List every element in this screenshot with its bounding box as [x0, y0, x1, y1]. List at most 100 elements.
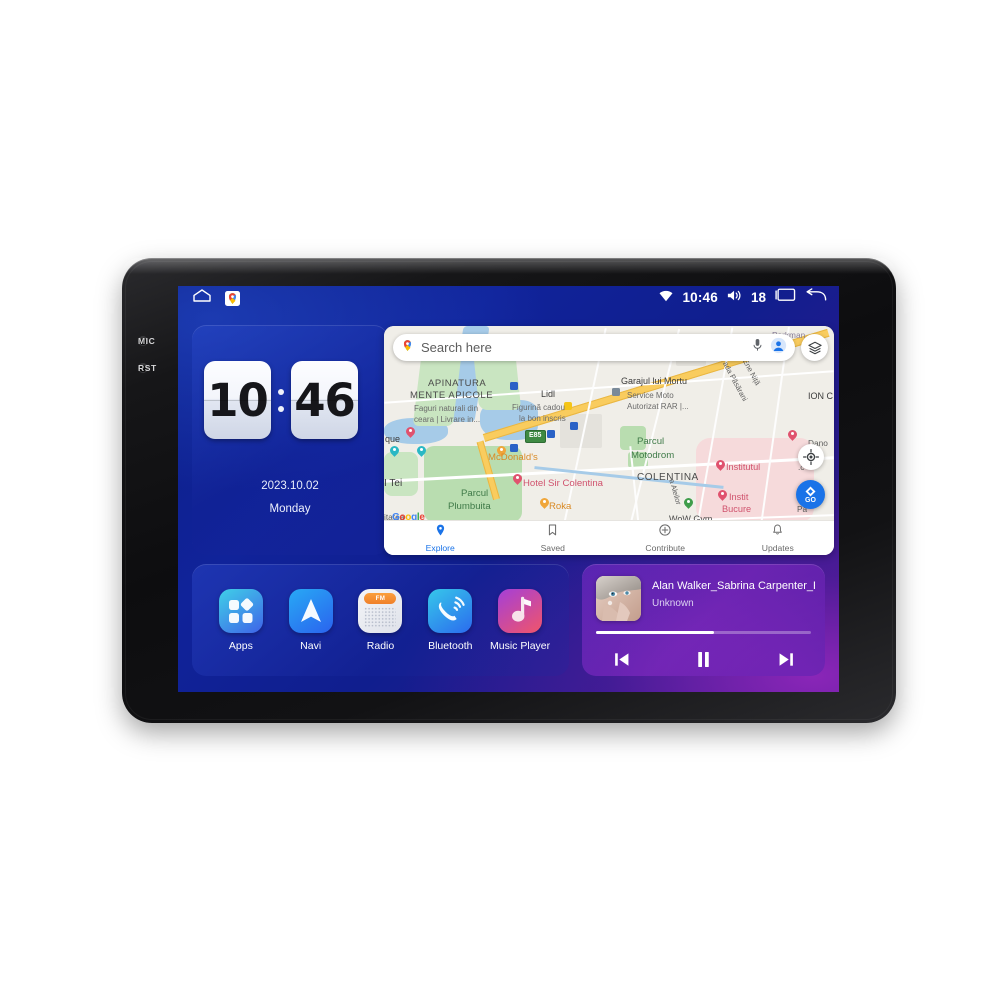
- map-pin[interactable]: [538, 496, 551, 510]
- skip-previous-icon: [614, 652, 628, 666]
- radio-icon[interactable]: FM: [358, 588, 403, 633]
- status-bar-clock: 10:46: [682, 290, 718, 305]
- map-pin[interactable]: [388, 444, 401, 458]
- map-label: Service Moto: [627, 391, 674, 400]
- clock-minutes-value: 46: [294, 373, 356, 427]
- music-player-widget[interactable]: Alan Walker_Sabrina Carpenter_F... Unkno…: [582, 564, 825, 676]
- map-label: Parcul: [637, 436, 665, 447]
- map-park: [384, 452, 418, 496]
- map-nav-label: Saved: [540, 543, 565, 553]
- map-go-button[interactable]: GO: [796, 480, 825, 509]
- location-pin-icon: [435, 523, 446, 541]
- map-transit-icon: [510, 444, 518, 452]
- clock-hours-value: 10: [207, 373, 269, 427]
- map-pin[interactable]: [511, 472, 524, 486]
- clock-hours: 10: [204, 361, 271, 439]
- pause-icon: [698, 651, 709, 667]
- wifi-icon: [659, 289, 673, 307]
- map-search-bar[interactable]: Search here: [393, 334, 795, 361]
- map-label: Roka: [549, 501, 572, 512]
- app-label: Radio: [366, 639, 395, 652]
- map-pin[interactable]: [404, 425, 417, 439]
- map-label: Plumbuita: [448, 501, 491, 512]
- map-nav-label: Explore: [425, 543, 455, 553]
- bookmark-icon: [547, 523, 558, 541]
- recents-icon[interactable]: [775, 288, 796, 307]
- radio-fm-badge: FM: [364, 592, 397, 604]
- clock-widget[interactable]: 10 46 2023.10.02 Monday: [192, 325, 388, 555]
- map-nav-saved[interactable]: Saved: [497, 521, 610, 555]
- skip-next-icon: [779, 652, 793, 666]
- map-pin[interactable]: [714, 458, 727, 472]
- track-title: Alan Walker_Sabrina Carpenter_F...: [652, 580, 815, 592]
- map-nav-explore[interactable]: Explore: [384, 521, 497, 555]
- google-maps-pin-icon: [401, 339, 414, 357]
- map-transit-icon: [510, 382, 518, 390]
- reset-port-label: RST: [138, 363, 157, 373]
- map-label: Autorizat RAR |...: [627, 402, 689, 411]
- map-label: McDonald's: [488, 452, 538, 463]
- volume-level: 18: [750, 290, 766, 305]
- map-label: ceara | Livrare in...: [414, 415, 481, 424]
- plus-circle-icon: [659, 523, 671, 541]
- map-label: ION C: [808, 391, 834, 401]
- volume-icon[interactable]: [727, 289, 742, 307]
- app-dock: Apps Navi FM Radio Bluetooth Music Playe…: [192, 564, 569, 676]
- album-art: [596, 576, 641, 621]
- app-label: Apps: [228, 639, 253, 652]
- flip-clock: 10 46: [204, 361, 358, 439]
- map-service-icon: [612, 388, 620, 396]
- back-icon[interactable]: [805, 288, 827, 307]
- app-radio[interactable]: FM Radio: [349, 588, 411, 652]
- app-music-player[interactable]: Music Player: [489, 588, 551, 652]
- map-route-shield-label: E85: [529, 431, 542, 439]
- map-pin[interactable]: [716, 488, 729, 502]
- map-layers-button[interactable]: [801, 334, 828, 361]
- map-transit-icon: [547, 430, 555, 438]
- previous-button[interactable]: [606, 647, 636, 671]
- map-label: Figurină cadou: [512, 403, 565, 412]
- map-label: I Tei: [384, 478, 403, 489]
- map-my-location-button[interactable]: [798, 444, 824, 470]
- track-artist: Unknown: [652, 598, 694, 609]
- apps-grid-icon[interactable]: [218, 588, 263, 633]
- microphone-icon[interactable]: [752, 338, 763, 357]
- map-label: Parcul: [461, 488, 489, 499]
- map-pin[interactable]: [415, 444, 428, 458]
- map-label: que: [385, 434, 401, 444]
- pause-button[interactable]: [689, 647, 719, 671]
- home-icon[interactable]: [192, 289, 212, 307]
- playback-progress-bar[interactable]: [596, 631, 811, 634]
- map-nav-updates[interactable]: Updates: [722, 521, 835, 555]
- bezel-highlight: [122, 258, 896, 274]
- google-maps-icon[interactable]: [225, 290, 240, 306]
- map-nav-contribute[interactable]: Contribute: [609, 521, 722, 555]
- status-bar: 10:46 18: [178, 286, 839, 312]
- clock-minutes: 46: [291, 361, 358, 439]
- bluetooth-call-icon[interactable]: [428, 588, 473, 633]
- clock-weekday: Monday: [269, 503, 311, 515]
- app-navi[interactable]: Navi: [280, 588, 342, 652]
- map-label: Motodrom: [631, 450, 675, 461]
- map-label: Bucure: [722, 504, 752, 514]
- clock-date: 2023.10.02: [261, 480, 319, 492]
- google-maps-widget[interactable]: E85 APINATURA MENTE APICOLE Faguri natur…: [384, 326, 834, 555]
- map-pin[interactable]: [786, 428, 799, 442]
- map-label: Institutul: [726, 462, 761, 472]
- clock-colon-icon: [276, 388, 286, 412]
- map-search-input[interactable]: Search here: [421, 340, 745, 355]
- map-label: Lidl: [541, 389, 556, 399]
- music-note-icon[interactable]: [498, 588, 543, 633]
- map-pin[interactable]: [682, 496, 695, 510]
- map-label: Hotel Sir Colentina: [523, 478, 603, 489]
- next-button[interactable]: [771, 647, 801, 671]
- map-label: MENTE APICOLE: [410, 390, 494, 401]
- map-store-icon: [564, 402, 572, 410]
- app-apps[interactable]: Apps: [210, 588, 272, 652]
- navigation-arrow-icon[interactable]: [288, 588, 333, 633]
- reset-port[interactable]: RST: [138, 363, 156, 373]
- status-bar-left: [192, 289, 240, 307]
- app-bluetooth[interactable]: Bluetooth: [419, 588, 481, 652]
- mic-port: MIC: [138, 336, 155, 346]
- account-avatar-icon[interactable]: [770, 337, 787, 359]
